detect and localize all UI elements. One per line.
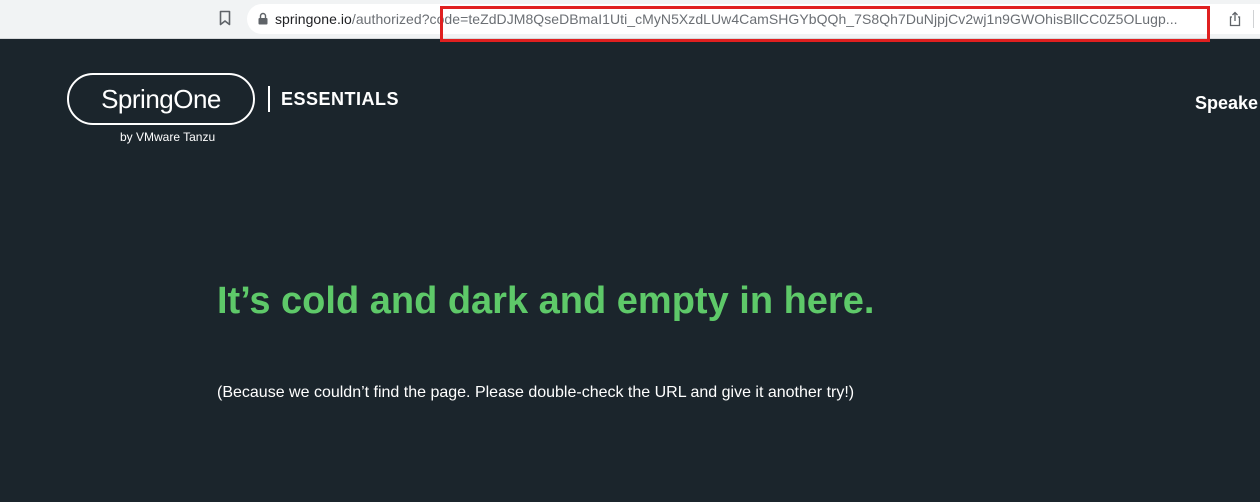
- browser-toolbar: springone.io/authorized?code=teZdDJM8Qse…: [0, 0, 1260, 39]
- springone-logo[interactable]: SpringOne: [67, 73, 255, 125]
- address-bar[interactable]: springone.io/authorized?code=teZdDJM8Qse…: [247, 4, 1260, 34]
- logo-divider: [268, 86, 270, 112]
- error-headline: It’s cold and dark and empty in here.: [217, 280, 875, 322]
- error-message: (Because we couldn’t find the page. Plea…: [217, 384, 855, 401]
- nav-item-speakers[interactable]: Speake: [1195, 93, 1258, 114]
- logo-text: SpringOne: [101, 84, 221, 114]
- toolbar-separator: [1253, 10, 1254, 28]
- url-path: /authorized?code=teZdDJM8QseDBmaI1Uti_cM…: [351, 11, 1178, 27]
- section-label[interactable]: ESSENTIALS: [281, 89, 399, 110]
- url-host: springone.io: [275, 11, 352, 27]
- lock-icon[interactable]: [258, 12, 268, 25]
- url-text[interactable]: springone.io/authorized?code=teZdDJM8Qse…: [275, 4, 1223, 34]
- bookmark-icon[interactable]: [219, 10, 231, 26]
- share-icon[interactable]: [1228, 11, 1242, 27]
- logo-subtitle: by VMware Tanzu: [120, 130, 216, 144]
